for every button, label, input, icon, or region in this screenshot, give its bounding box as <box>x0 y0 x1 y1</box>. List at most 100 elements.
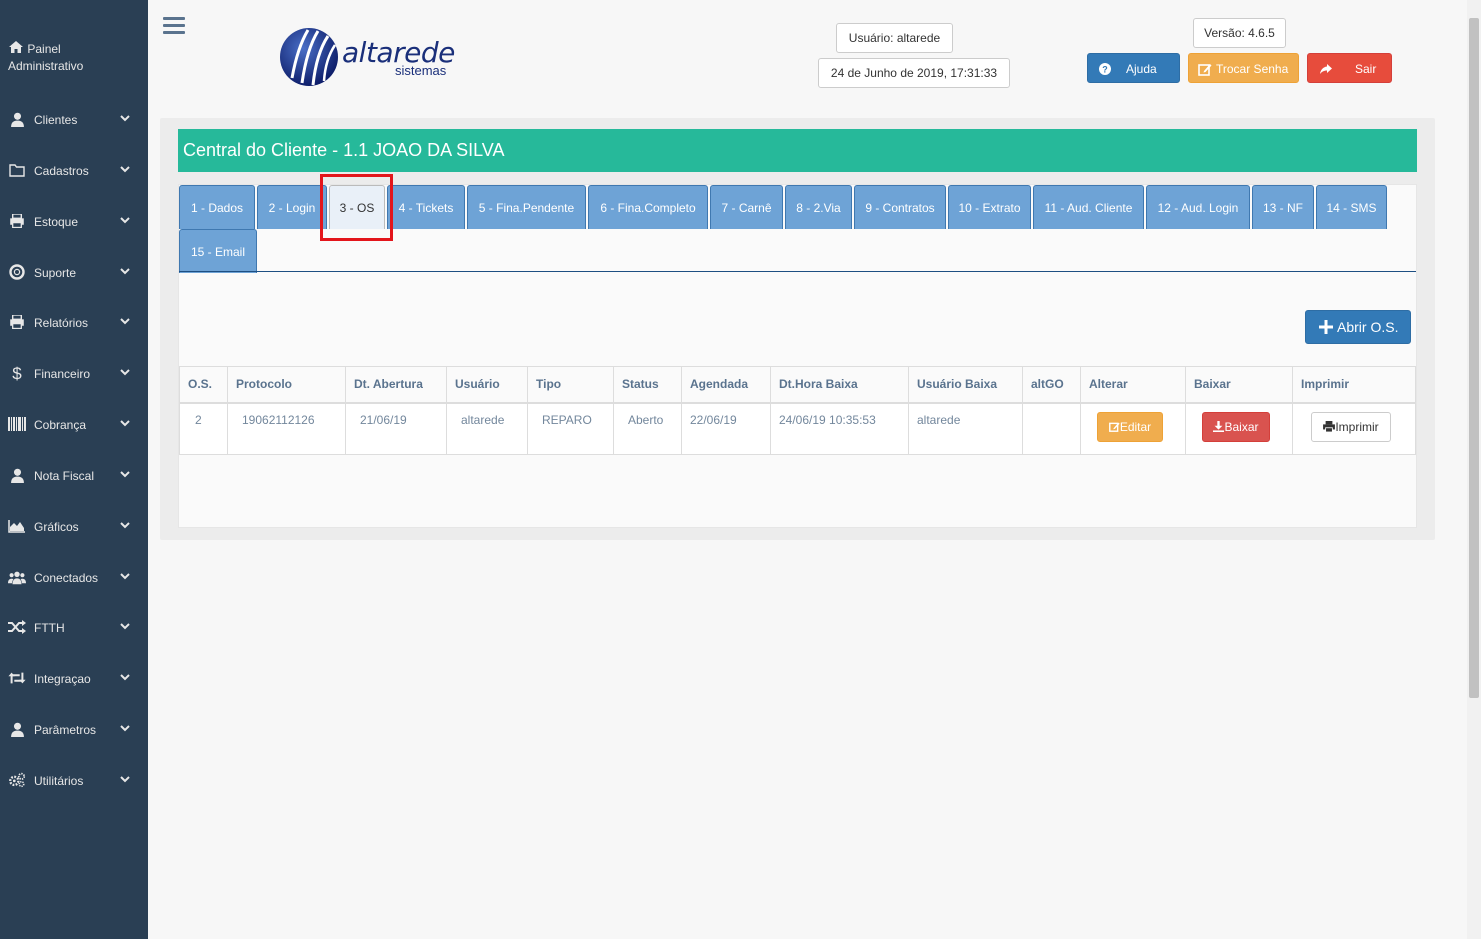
user-icon <box>8 466 26 484</box>
sidebar-item-cobranca[interactable]: Cobrança <box>0 415 148 435</box>
sidebar-item-label: Estoque <box>34 215 79 229</box>
sidebar-item-ftth[interactable]: FTTH <box>0 618 148 638</box>
sidebar-item-utilitarios[interactable]: Utilitários <box>0 771 148 791</box>
sidebar-item-label: FTTH <box>34 621 65 635</box>
tab-7[interactable]: 7 - Carnê <box>710 185 783 229</box>
menu-toggle-icon[interactable] <box>163 17 185 35</box>
open-os-label: Abrir O.S. <box>1337 319 1399 335</box>
home-icon <box>9 41 23 53</box>
sidebar-item-clientes[interactable]: Clientes <box>0 110 148 130</box>
cell-usuario: altarede <box>446 402 528 455</box>
sidebar-item-integracao[interactable]: Integraçao <box>0 669 148 689</box>
cell-baixa: 24/06/19 10:35:53 <box>770 402 909 455</box>
print-button[interactable]: Imprimir <box>1311 411 1391 442</box>
svg-text:$: $ <box>12 364 22 382</box>
tab-6[interactable]: 6 - Fina.Completo <box>588 185 708 229</box>
col-header-os: O.S. <box>179 366 228 404</box>
tab-15[interactable]: 15 - Email <box>179 229 257 273</box>
sidebar-item-nota-fiscal[interactable]: Nota Fiscal <box>0 466 148 486</box>
edit-icon <box>1198 64 1212 76</box>
print-icon <box>1323 420 1336 432</box>
cell-imprimir: Imprimir <box>1292 402 1416 455</box>
datetime-display: 24 de Junho de 2019, 17:31:33 <box>818 58 1010 88</box>
download-button[interactable]: Baixar <box>1202 411 1270 442</box>
chevron-down-icon <box>119 265 131 277</box>
sidebar-item-financeiro[interactable]: $ Financeiro <box>0 364 148 384</box>
sidebar-item-conectados[interactable]: Conectados <box>0 568 148 588</box>
cell-altgo <box>1022 402 1081 455</box>
sidebar-item-label: Clientes <box>34 113 78 127</box>
tab-13[interactable]: 13 - NF <box>1252 185 1314 229</box>
print-button-label: Imprimir <box>1335 419 1379 434</box>
tab-2[interactable]: 2 - Login <box>257 185 327 229</box>
tab-5[interactable]: 5 - Fina.Pendente <box>467 185 586 229</box>
sidebar-item-label: Financeiro <box>34 367 91 381</box>
print-icon <box>8 212 26 230</box>
exit-button[interactable]: Sair <box>1307 53 1392 83</box>
sidebar-item-estoque[interactable]: Estoque <box>0 212 148 232</box>
tab-8[interactable]: 8 - 2.Via <box>785 185 852 229</box>
table-header-row: O.S. Protocolo Dt. Abertura Usuário Tipo… <box>179 366 1416 404</box>
page-scrollbar[interactable] <box>1467 0 1481 939</box>
users-icon <box>8 568 26 586</box>
sidebar-item-suporte[interactable]: Suporte <box>0 263 148 283</box>
cell-tipo: REPARO <box>527 402 614 455</box>
logo-subtext: sistemas <box>395 63 447 78</box>
svg-text:?: ? <box>1102 65 1108 75</box>
area-chart-icon <box>8 517 26 535</box>
sidebar-item-label: Parâmetros <box>34 723 97 737</box>
edit-button[interactable]: Editar <box>1097 411 1163 442</box>
exit-button-label: Sair <box>1355 62 1377 76</box>
chevron-down-icon <box>119 214 131 226</box>
cell-os: 2 <box>179 402 228 455</box>
folder-icon <box>8 161 26 179</box>
chevron-down-icon <box>119 620 131 632</box>
tab-4[interactable]: 4 - Tickets <box>387 185 465 229</box>
user-icon <box>8 720 26 738</box>
tab-11[interactable]: 11 - Aud. Cliente <box>1033 185 1144 229</box>
barcode-icon <box>8 415 26 433</box>
scrollbar-thumb[interactable] <box>1469 18 1479 698</box>
tab-14[interactable]: 14 - SMS <box>1316 185 1387 229</box>
sidebar-item-label: Relatórios <box>34 316 89 330</box>
cogs-icon <box>8 771 26 789</box>
change-password-button[interactable]: Trocar Senha <box>1188 53 1299 83</box>
chevron-down-icon <box>119 519 131 531</box>
change-password-label: Trocar Senha <box>1216 62 1289 76</box>
sidebar-item-label: Nota Fiscal <box>34 469 95 483</box>
version-display: Versão: 4.6.5 <box>1193 18 1286 48</box>
edit-button-label: Editar <box>1119 419 1152 434</box>
col-header-tipo: Tipo <box>527 366 614 404</box>
sidebar-item-relatorios[interactable]: Relatórios <box>0 313 148 333</box>
open-os-button[interactable]: Abrir O.S. <box>1305 310 1411 344</box>
tab-9[interactable]: 9 - Contratos <box>854 185 946 229</box>
tab-10[interactable]: 10 - Extrato <box>948 185 1031 229</box>
sidebar-item-label: Gráficos <box>34 520 79 534</box>
random-icon <box>8 618 26 636</box>
print-icon <box>8 313 26 331</box>
plus-icon <box>1319 320 1333 334</box>
tab-12[interactable]: 12 - Aud. Login <box>1146 185 1250 229</box>
help-button[interactable]: ? Ajuda <box>1087 53 1180 83</box>
sidebar-item-parametros[interactable]: Parâmetros <box>0 720 148 740</box>
col-header-dthora-baixa: Dt.Hora Baixa <box>770 366 909 404</box>
life-ring-icon <box>8 263 26 281</box>
chevron-down-icon <box>119 671 131 683</box>
chevron-down-icon <box>119 315 131 327</box>
chevron-down-icon <box>119 112 131 124</box>
cell-baixar: Baixar <box>1185 402 1293 455</box>
sidebar-item-graficos[interactable]: Gráficos <box>0 517 148 537</box>
sidebar-home-link[interactable]: Painel Administrativo <box>8 40 143 75</box>
chevron-down-icon <box>119 570 131 582</box>
chevron-down-icon <box>119 468 131 480</box>
download-button-label: Baixar <box>1224 419 1259 434</box>
tab-1[interactable]: 1 - Dados <box>179 185 255 229</box>
sidebar: Painel Administrativo Clientes Cadastros E… <box>0 0 148 939</box>
retweet-icon <box>8 669 26 687</box>
cell-abertura: 21/06/19 <box>345 402 447 455</box>
tabs-divider <box>179 271 1416 272</box>
chevron-down-icon <box>119 773 131 785</box>
cell-protocolo: 19062112126 <box>227 402 346 455</box>
sidebar-item-cadastros[interactable]: Cadastros <box>0 161 148 181</box>
chevron-down-icon <box>119 722 131 734</box>
